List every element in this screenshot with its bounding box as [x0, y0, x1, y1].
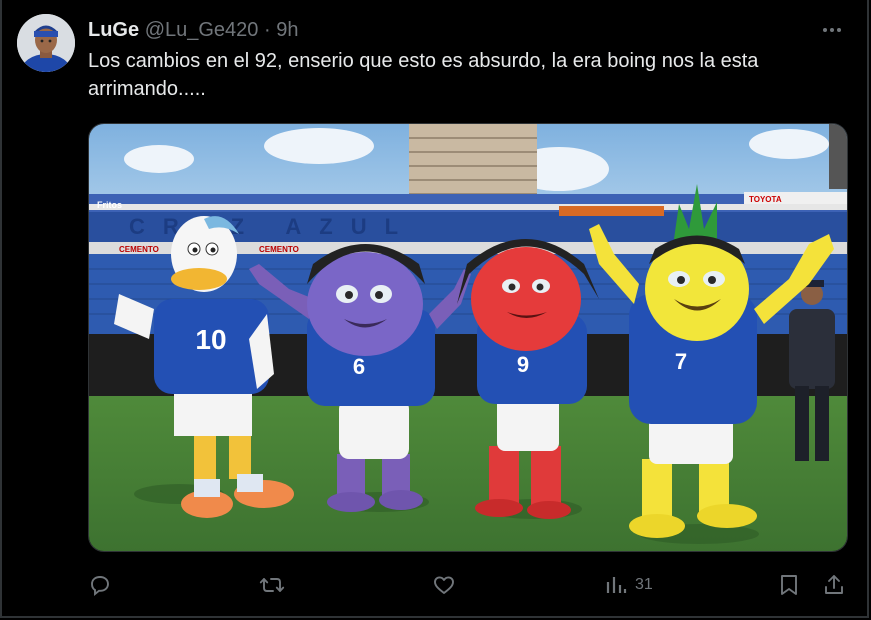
separator-dot: · [263, 19, 271, 41]
user-handle[interactable]: @Lu_Ge420 [145, 19, 259, 41]
avatar[interactable] [17, 14, 75, 72]
bookmark-button[interactable] [778, 568, 800, 602]
seat-lettering: CRUZ AZUL [129, 214, 416, 239]
bookmark-icon [778, 573, 800, 597]
jersey-number-6: 6 [353, 354, 365, 379]
share-icon [822, 573, 846, 597]
jersey-number-10: 10 [195, 324, 226, 355]
timestamp[interactable]: 9h [276, 19, 298, 41]
jersey-number-9: 9 [517, 352, 529, 377]
like-button[interactable] [432, 568, 456, 602]
like-icon [432, 573, 456, 597]
sign-cemento-2: CEMENTO [259, 245, 299, 254]
tweet-header: LuGe @Lu_Ge420 · 9h [88, 18, 298, 42]
views-button[interactable]: 31 [605, 568, 653, 602]
share-button[interactable] [822, 568, 846, 602]
tweet-card: LuGe @Lu_Ge420 · 9h Los cambios en el 92… [0, 0, 869, 618]
tweet-text: Los cambios en el 92, enserio que esto e… [88, 50, 759, 100]
views-count: 31 [635, 576, 653, 593]
photo-mascots-stadium: Fritos TOYOTA CRUZ AZUL CEMENTO CEMENTO [89, 124, 847, 551]
sign-fritos: Fritos [97, 200, 122, 210]
tweet-photo[interactable]: Fritos TOYOTA CRUZ AZUL CEMENTO CEMENTO [88, 123, 848, 552]
views-icon [605, 573, 627, 597]
retweet-button[interactable] [259, 568, 285, 602]
more-dots-icon[interactable] [820, 18, 848, 42]
sign-cemento-1: CEMENTO [119, 245, 159, 254]
display-name[interactable]: LuGe [88, 19, 139, 41]
jersey-number-7: 7 [675, 349, 687, 374]
sign-toyota: TOYOTA [749, 195, 782, 204]
retweet-icon [259, 573, 285, 597]
reply-button[interactable] [88, 568, 112, 602]
action-bar: 31 [2, 568, 871, 602]
avatar-photo [17, 14, 75, 72]
reply-icon [88, 573, 112, 597]
